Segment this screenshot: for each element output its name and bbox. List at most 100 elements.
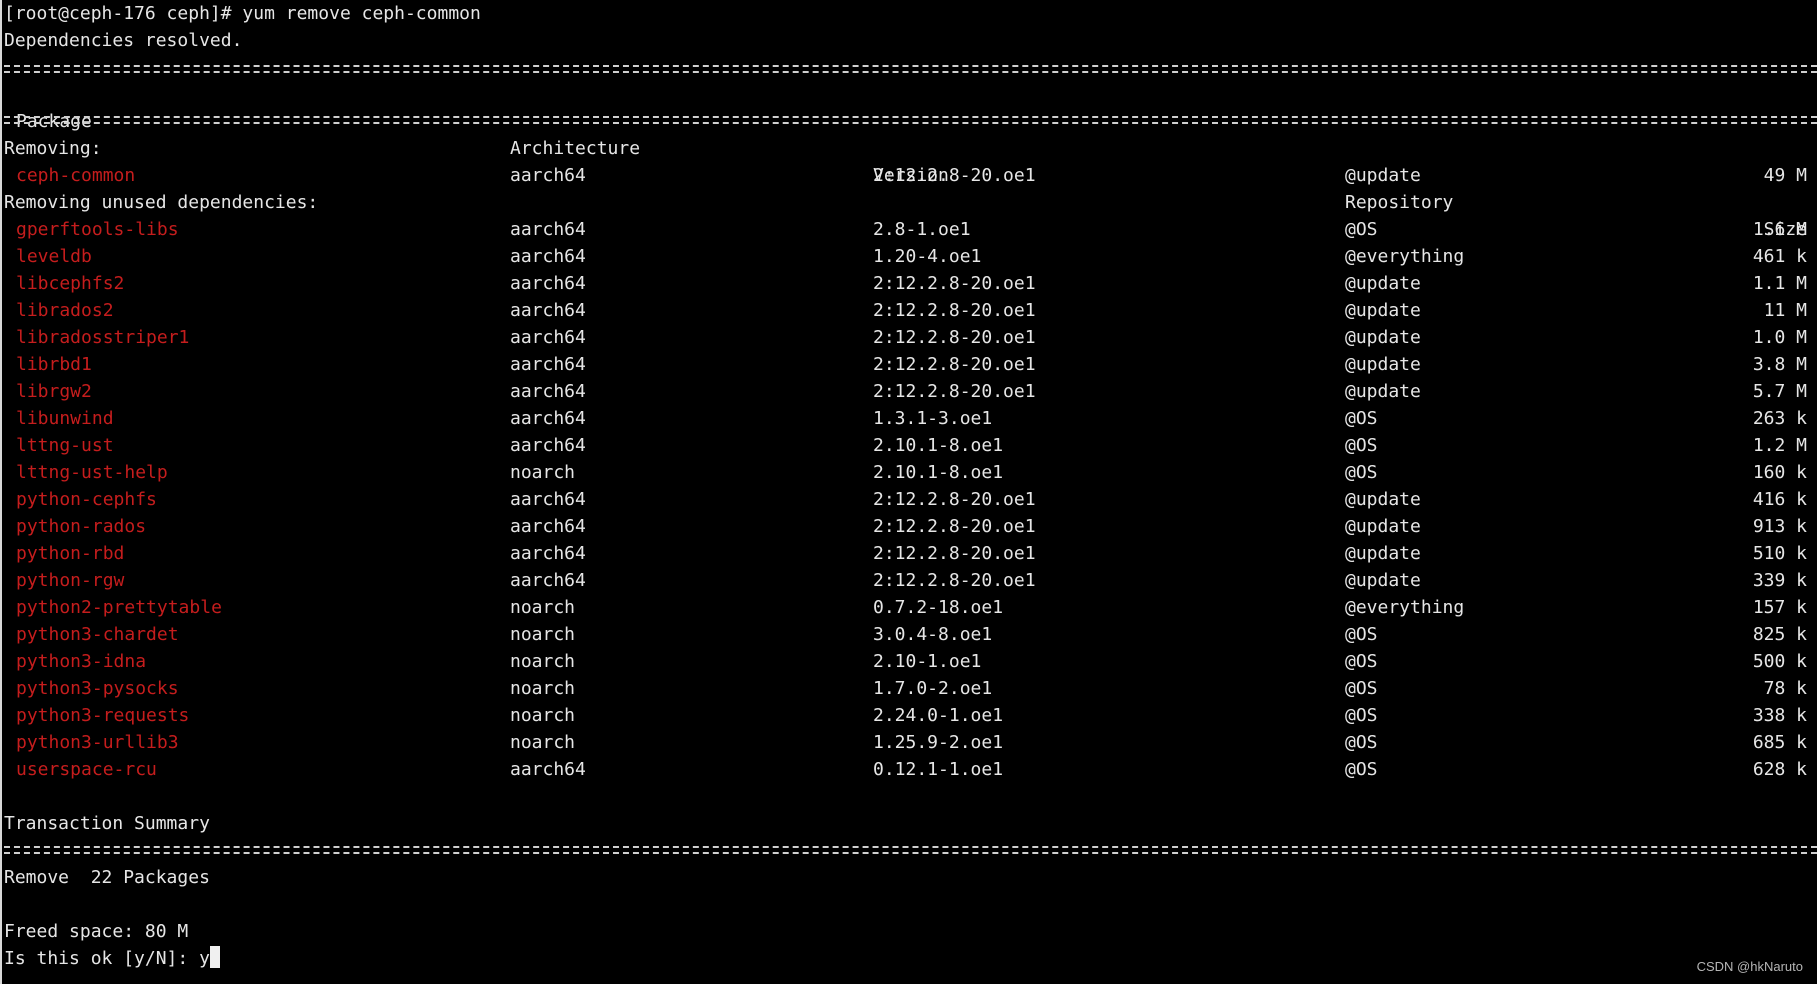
package-name: librgw2 xyxy=(16,381,92,402)
package-version: 2:12.2.8-20.oe1 xyxy=(873,300,1036,321)
text-cursor xyxy=(209,946,220,968)
package-version: 1.3.1-3.oe1 xyxy=(873,408,993,429)
table-row: lttng-ust-help noarch 2.10.1-8.oe1 @OS 160 k xyxy=(2,459,1817,486)
table-row: python3-urllib3 noarch 1.25.9-2.oe1 @OS 685 … xyxy=(2,729,1817,756)
package-name: python3-urllib3 xyxy=(16,732,179,753)
package-size: 160 k xyxy=(1752,462,1807,483)
table-row: userspace-rcu aarch64 0.12.1-1.oe1 @OS 628 k xyxy=(2,756,1817,783)
package-size: 461 k xyxy=(1752,246,1807,267)
package-arch: aarch64 xyxy=(510,327,586,348)
package-repo: @update xyxy=(1345,381,1421,402)
table-row: gperftools-libs aarch64 2.8-1.oe1 @OS 1.6 M xyxy=(2,216,1817,243)
package-repo: @update xyxy=(1345,354,1421,375)
package-name: leveldb xyxy=(16,246,92,267)
package-name: python3-pysocks xyxy=(16,678,179,699)
package-name: python-rados xyxy=(16,516,147,537)
table-row: leveldb aarch64 1.20-4.oe1 @everything 461 k xyxy=(2,243,1817,270)
package-repo: @OS xyxy=(1345,219,1378,240)
package-arch: aarch64 xyxy=(510,435,586,456)
package-name: librbd1 xyxy=(16,354,92,375)
package-name: gperftools-libs xyxy=(16,219,179,240)
confirm-prompt-text: Is this ok [y/N]: xyxy=(4,948,200,969)
package-arch: aarch64 xyxy=(510,354,586,375)
transaction-summary-title: Transaction Summary xyxy=(4,813,210,834)
table-row: python2-prettytable noarch 0.7.2-18.oe1 @ev… xyxy=(2,594,1817,621)
package-repo: @update xyxy=(1345,543,1421,564)
package-name: lttng-ust xyxy=(16,435,114,456)
command-prompt-line: [root@ceph-176 ceph]# yum remove ceph-co… xyxy=(4,3,481,24)
package-repo: @update xyxy=(1345,273,1421,294)
confirm-input[interactable]: y xyxy=(199,948,210,969)
package-repo: @update xyxy=(1345,300,1421,321)
package-arch: aarch64 xyxy=(510,516,586,537)
package-arch: noarch xyxy=(510,678,576,699)
package-size: 500 k xyxy=(1752,651,1807,672)
package-arch: noarch xyxy=(510,462,576,483)
package-arch: aarch64 xyxy=(510,300,586,321)
package-name: libunwind xyxy=(16,408,114,429)
table-row: ceph-common aarch64 2:12.2.8-20.oe1 @update… xyxy=(2,162,1817,189)
package-size: 685 k xyxy=(1752,732,1807,753)
package-arch: aarch64 xyxy=(510,273,586,294)
table-row: librbd1 aarch64 2:12.2.8-20.oe1 @update 3.8 … xyxy=(2,351,1817,378)
package-repo: @OS xyxy=(1345,732,1378,753)
table-row: python-rgw aarch64 2:12.2.8-20.oe1 @update 3… xyxy=(2,567,1817,594)
package-version: 2.24.0-1.oe1 xyxy=(873,705,1004,726)
package-version: 2:12.2.8-20.oe1 xyxy=(873,165,1036,186)
separator-line xyxy=(4,846,1817,854)
package-size: 5.7 M xyxy=(1752,381,1807,402)
separator-line xyxy=(4,116,1817,124)
package-arch: aarch64 xyxy=(510,246,586,267)
package-name: python-rbd xyxy=(16,543,125,564)
package-version: 1.7.0-2.oe1 xyxy=(873,678,993,699)
package-size: 825 k xyxy=(1752,624,1807,645)
package-size: 263 k xyxy=(1752,408,1807,429)
package-version: 0.12.1-1.oe1 xyxy=(873,759,1004,780)
package-repo: @update xyxy=(1345,165,1421,186)
package-name: python3-idna xyxy=(16,651,147,672)
terminal-window[interactable]: [root@ceph-176 ceph]# yum remove ceph-co… xyxy=(0,0,1817,984)
header-architecture: Architecture xyxy=(510,138,641,159)
package-version: 3.0.4-8.oe1 xyxy=(873,624,993,645)
table-header-row: Package Architecture Version Repository … xyxy=(2,81,1817,240)
package-name: userspace-rcu xyxy=(16,759,157,780)
package-size: 339 k xyxy=(1752,570,1807,591)
package-name: python-cephfs xyxy=(16,489,157,510)
package-arch: noarch xyxy=(510,732,576,753)
package-arch: aarch64 xyxy=(510,381,586,402)
dependencies-resolved-text: Dependencies resolved. xyxy=(4,30,243,51)
table-row: librgw2 aarch64 2:12.2.8-20.oe1 @update 5.7 … xyxy=(2,378,1817,405)
package-repo: @everything xyxy=(1345,597,1465,618)
header-repository: Repository xyxy=(1345,192,1454,213)
package-name: libradosstriper1 xyxy=(16,327,190,348)
package-version: 2:12.2.8-20.oe1 xyxy=(873,570,1036,591)
package-repo: @OS xyxy=(1345,705,1378,726)
package-repo: @OS xyxy=(1345,651,1378,672)
table-row: python3-pysocks noarch 1.7.0-2.oe1 @OS 78 k xyxy=(2,675,1817,702)
package-repo: @OS xyxy=(1345,435,1378,456)
package-repo: @OS xyxy=(1345,624,1378,645)
package-size: 416 k xyxy=(1752,489,1807,510)
package-arch: aarch64 xyxy=(510,408,586,429)
package-arch: aarch64 xyxy=(510,165,586,186)
table-row: python3-idna noarch 2.10-1.oe1 @OS 500 k xyxy=(2,648,1817,675)
package-version: 1.20-4.oe1 xyxy=(873,246,982,267)
package-size: 157 k xyxy=(1752,597,1807,618)
package-name: lttng-ust-help xyxy=(16,462,168,483)
package-version: 2.10-1.oe1 xyxy=(873,651,982,672)
table-row: libunwind aarch64 1.3.1-3.oe1 @OS 263 k xyxy=(2,405,1817,432)
package-repo: @OS xyxy=(1345,408,1378,429)
package-repo: @update xyxy=(1345,489,1421,510)
package-version: 2:12.2.8-20.oe1 xyxy=(873,543,1036,564)
package-size: 49 M xyxy=(1763,165,1807,186)
confirm-prompt-line[interactable]: Is this ok [y/N]: y xyxy=(4,945,220,972)
package-version: 2:12.2.8-20.oe1 xyxy=(873,489,1036,510)
table-row: python3-requests noarch 2.24.0-1.oe1 @OS 338… xyxy=(2,702,1817,729)
package-size: 3.8 M xyxy=(1752,354,1807,375)
package-arch: noarch xyxy=(510,597,576,618)
package-arch: aarch64 xyxy=(510,219,586,240)
package-version: 2.10.1-8.oe1 xyxy=(873,435,1004,456)
package-arch: noarch xyxy=(510,651,576,672)
package-size: 11 M xyxy=(1763,300,1807,321)
watermark: CSDN @hkNaruto xyxy=(1696,959,1803,974)
